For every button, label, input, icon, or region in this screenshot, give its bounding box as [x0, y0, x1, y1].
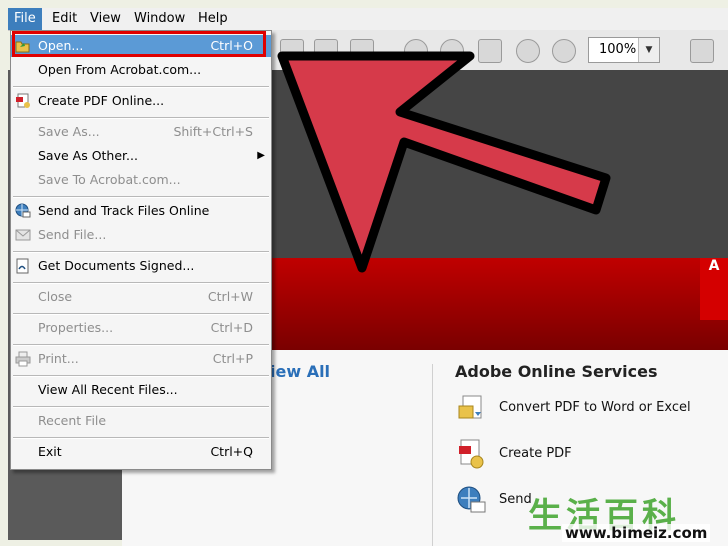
divider	[432, 364, 433, 546]
menu-item-save-to-acrobat[interactable]: Save To Acrobat.com...	[11, 169, 271, 191]
envelope-icon	[15, 229, 31, 241]
menu-window[interactable]: Window	[128, 8, 191, 30]
next-page-icon[interactable]	[440, 39, 464, 63]
menu-item-send-and-track[interactable]: Send and Track Files Online	[11, 200, 271, 222]
submenu-arrow-icon: ▶	[257, 150, 265, 161]
menu-item-send-file[interactable]: Send File...	[11, 224, 271, 246]
menu-separator	[13, 344, 269, 346]
save-icon[interactable]	[280, 39, 304, 63]
menu-item-recent-file[interactable]: Recent File	[11, 410, 271, 432]
send-icon	[457, 486, 486, 513]
menu-item-get-signed[interactable]: Get Documents Signed...	[11, 255, 271, 277]
zoom-out-icon[interactable]	[516, 39, 540, 63]
menu-help[interactable]: Help	[192, 8, 234, 30]
menu-item-save-as[interactable]: Save As... Shift+Ctrl+S	[11, 121, 271, 143]
menu-item-print[interactable]: Print... Ctrl+P	[11, 348, 271, 370]
menu-item-close[interactable]: Close Ctrl+W	[11, 286, 271, 308]
menu-edit[interactable]: Edit	[46, 8, 83, 30]
create-pdf-icon	[459, 439, 484, 469]
menu-file[interactable]: File	[8, 8, 42, 30]
app-window: File Edit View Window Help 100% ▼ A iew …	[0, 0, 728, 546]
menu-separator	[13, 313, 269, 315]
menu-item-open-acrobat[interactable]: Open From Acrobat.com...	[11, 59, 271, 81]
email-icon[interactable]	[350, 39, 374, 63]
watermark-url: www.bimeiz.com	[562, 524, 711, 542]
adobe-logo: A	[700, 258, 728, 320]
view-all-link[interactable]: iew All	[270, 362, 330, 381]
sign-icon	[16, 258, 29, 274]
zoom-select[interactable]: 100% ▼	[588, 37, 660, 63]
file-menu: Open... Ctrl+O Open From Acrobat.com... …	[10, 30, 272, 470]
menu-separator	[13, 375, 269, 377]
menu-item-properties[interactable]: Properties... Ctrl+D	[11, 317, 271, 339]
watermark: 生活百科 www.bimeiz.com	[528, 488, 728, 546]
printer-icon	[15, 351, 31, 367]
menu-item-create-pdf-online[interactable]: Create PDF Online...	[11, 90, 271, 112]
print-icon[interactable]	[314, 39, 338, 63]
menu-bar: File Edit View Window Help	[8, 8, 728, 31]
menu-item-view-recent[interactable]: View All Recent Files...	[11, 379, 271, 401]
zoom-value: 100%	[599, 42, 637, 57]
prev-page-icon[interactable]	[404, 39, 428, 63]
menu-item-exit[interactable]: Exit Ctrl+Q	[11, 441, 271, 463]
welcome-banner	[270, 70, 728, 258]
globe-icon	[15, 203, 31, 218]
highlight-callout	[12, 31, 266, 57]
service-label: Convert PDF to Word or Excel	[499, 400, 691, 415]
welcome-banner-red	[270, 258, 728, 350]
page-number-field[interactable]	[478, 39, 502, 63]
chevron-down-icon[interactable]: ▼	[638, 38, 659, 62]
menu-separator	[13, 406, 269, 408]
services-title: Adobe Online Services	[455, 362, 658, 381]
service-label: Send	[499, 492, 532, 507]
menu-separator	[13, 251, 269, 253]
toolbar: 100% ▼	[270, 30, 728, 71]
menu-separator	[13, 196, 269, 198]
menu-separator	[13, 437, 269, 439]
menu-separator	[13, 117, 269, 119]
fit-window-icon[interactable]	[690, 39, 714, 63]
menu-separator	[13, 86, 269, 88]
create-pdf-icon	[16, 93, 30, 108]
convert-icon	[458, 395, 482, 419]
menu-view[interactable]: View	[84, 8, 127, 30]
service-label: Create PDF	[499, 446, 572, 461]
zoom-in-icon[interactable]	[552, 39, 576, 63]
menu-item-save-as-other[interactable]: Save As Other... ▶	[11, 145, 271, 167]
menu-separator	[13, 282, 269, 284]
